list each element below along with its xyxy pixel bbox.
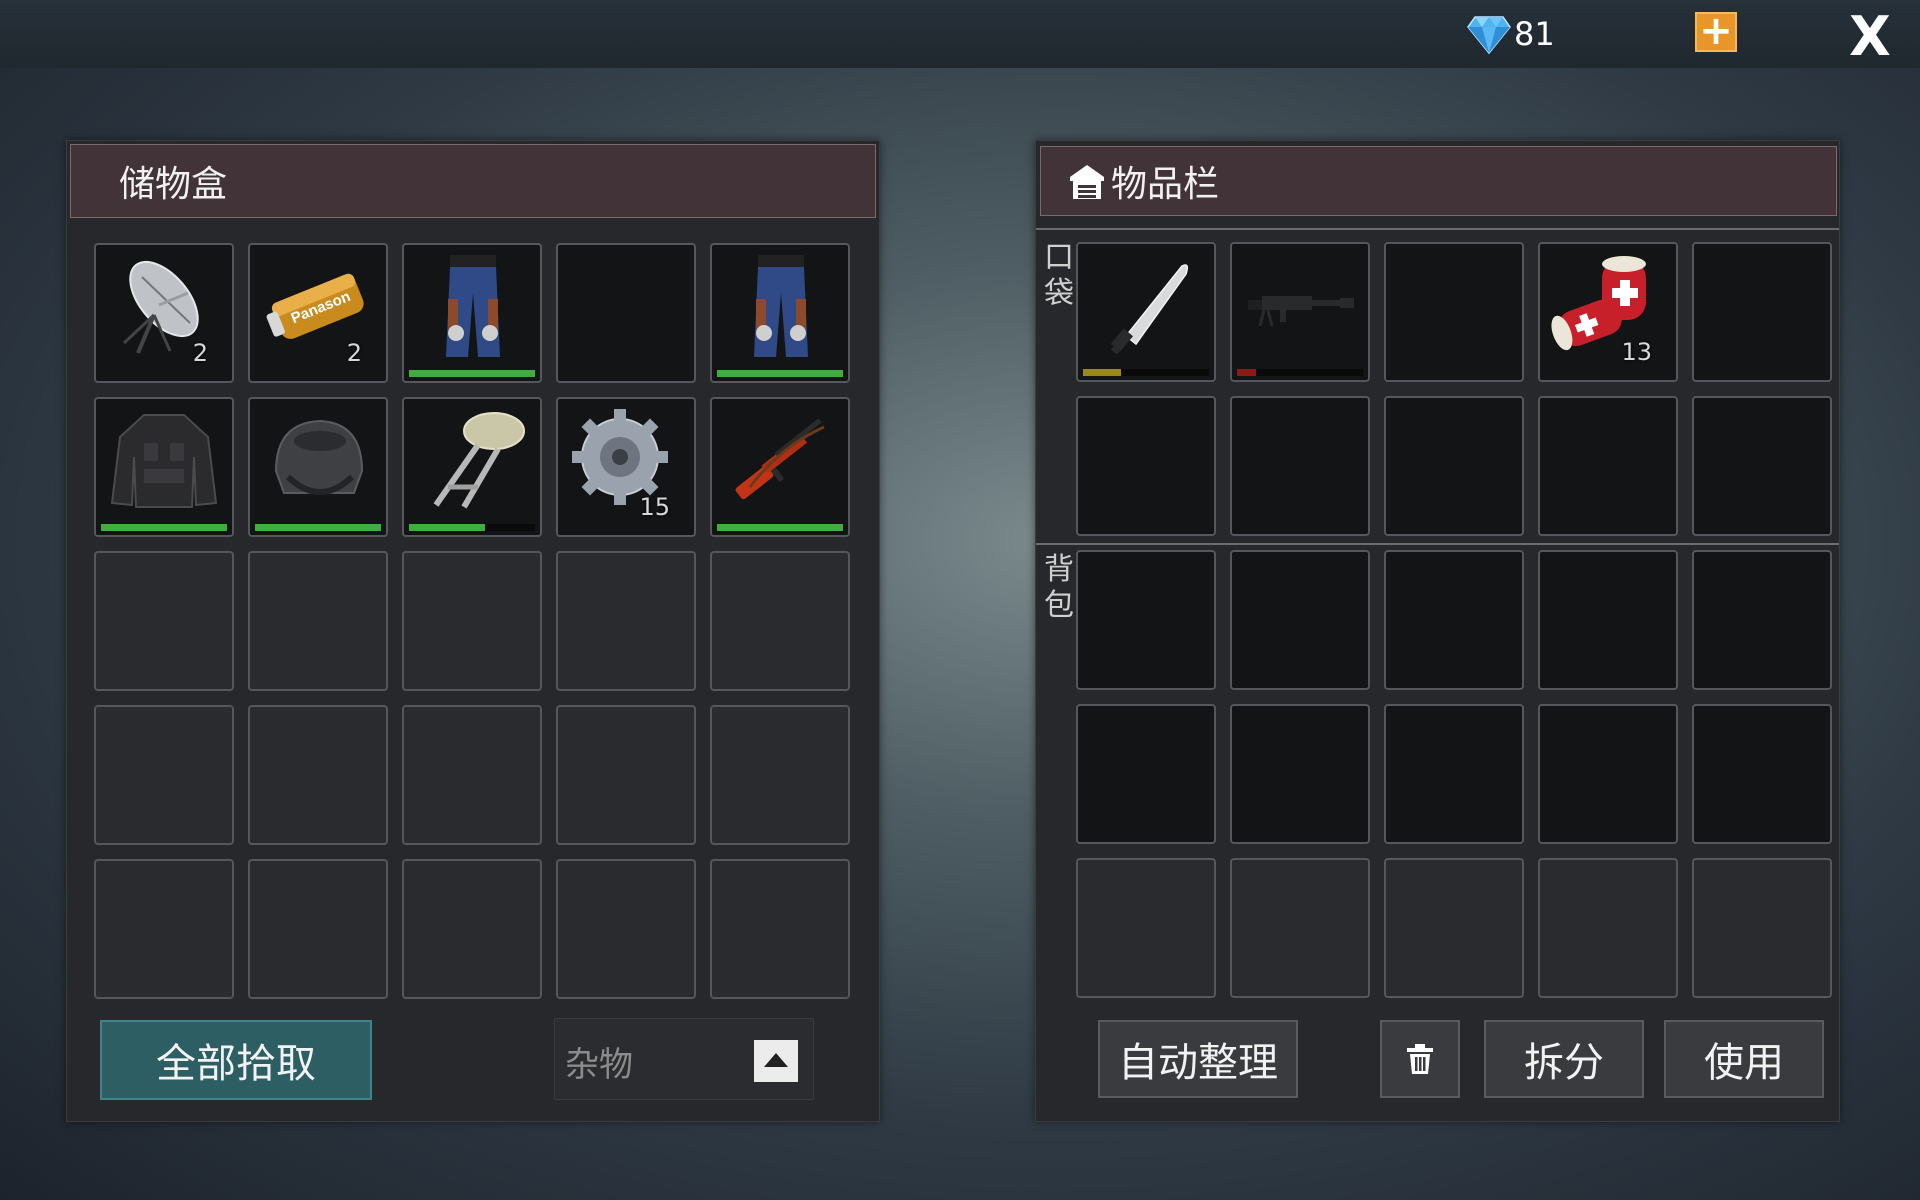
backpack-slot-empty[interactable]	[1384, 550, 1524, 690]
house-icon	[1070, 165, 1104, 199]
durability-bar	[717, 524, 843, 531]
divider	[1036, 228, 1839, 230]
pocket-label: 口 袋	[1044, 240, 1074, 311]
auto-sort-button[interactable]: 自动整理	[1098, 1020, 1298, 1098]
backpack-slot-empty[interactable]	[1076, 704, 1216, 844]
pocket-slot-empty[interactable]	[1230, 396, 1370, 536]
storage-title: 储物盒	[119, 164, 228, 205]
backpack-slot-empty[interactable]	[1230, 858, 1370, 998]
durability-bar	[101, 524, 227, 531]
storage-slot[interactable]	[710, 243, 850, 383]
pocket-slot-empty[interactable]	[1384, 242, 1524, 382]
diamond-icon	[1467, 16, 1511, 55]
storage-slot-empty[interactable]	[556, 551, 696, 691]
combat-helmet-icon	[274, 419, 364, 495]
divider	[1036, 543, 1839, 545]
pocket-slot[interactable]: 13	[1538, 242, 1678, 382]
inventory-title: 物品栏	[1111, 164, 1220, 205]
item-count: 13	[1621, 338, 1652, 366]
storage-slot[interactable]: 15	[556, 397, 696, 537]
machine-gun-icon	[1248, 296, 1354, 327]
stool-icon	[433, 412, 525, 509]
pocket-slot-empty[interactable]	[1692, 242, 1832, 382]
storage-slot-empty[interactable]	[556, 859, 696, 999]
storage-slot[interactable]: 2	[94, 243, 234, 383]
item-count: 15	[639, 493, 670, 521]
backpack-slot-empty[interactable]	[1538, 704, 1678, 844]
backpack-slot-empty[interactable]	[1230, 704, 1370, 844]
backpack-slot-empty[interactable]	[1692, 858, 1832, 998]
storage-slot[interactable]	[402, 397, 542, 537]
pocket-slot-empty[interactable]	[1538, 396, 1678, 536]
storage-slot-empty[interactable]	[710, 551, 850, 691]
durability-bar	[717, 370, 843, 377]
backpack-slot-empty[interactable]	[1692, 550, 1832, 690]
storage-slot-empty[interactable]	[402, 859, 542, 999]
category-filter-dropdown[interactable]: 杂物	[554, 1018, 814, 1100]
split-button[interactable]: 拆分	[1484, 1020, 1644, 1098]
pocket-slot-empty[interactable]	[1692, 396, 1832, 536]
camo-pants-icon	[446, 255, 500, 357]
backpack-slot-empty[interactable]	[1384, 704, 1524, 844]
storage-slot[interactable]	[248, 397, 388, 537]
storage-slot-empty[interactable]	[556, 243, 696, 383]
durability-bar	[1237, 369, 1363, 376]
backpack-slot-empty[interactable]	[1076, 550, 1216, 690]
storage-slot-empty[interactable]	[710, 859, 850, 999]
backpack-slot-empty[interactable]	[1076, 858, 1216, 998]
durability-bar	[409, 524, 535, 531]
storage-slot-empty[interactable]	[402, 551, 542, 691]
discard-button[interactable]	[1380, 1020, 1460, 1098]
use-button[interactable]: 使用	[1664, 1020, 1824, 1098]
storage-header: 储物盒	[70, 144, 876, 218]
durability-bar	[255, 524, 381, 531]
pocket-slot-empty[interactable]	[1384, 396, 1524, 536]
add-gems-button[interactable]: +	[1695, 11, 1737, 52]
pocket-slot[interactable]	[1230, 242, 1370, 382]
chevron-up-icon[interactable]	[754, 1040, 798, 1082]
storage-slot-empty[interactable]	[248, 705, 388, 845]
item-count: 2	[192, 339, 208, 367]
top-bar: 81 + X	[0, 0, 1920, 68]
gem-count: 81	[1514, 15, 1555, 53]
storage-slot-empty[interactable]	[710, 705, 850, 845]
storage-slot-empty[interactable]	[94, 705, 234, 845]
pick-all-button[interactable]: 全部拾取	[100, 1020, 372, 1100]
backpack-slot-empty[interactable]	[1538, 550, 1678, 690]
storage-slot[interactable]: Panason 2	[248, 243, 388, 383]
category-filter-value: 杂物	[565, 1045, 633, 1085]
storage-slot[interactable]	[94, 397, 234, 537]
camo-pants-icon	[754, 255, 808, 357]
backpack-slot-empty[interactable]	[1538, 858, 1678, 998]
storage-slot-empty[interactable]	[248, 859, 388, 999]
inventory-header: 物品栏	[1040, 146, 1837, 216]
backpack-slot-empty[interactable]	[1384, 858, 1524, 998]
durability-bar	[409, 370, 535, 377]
pocket-slot-empty[interactable]	[1076, 396, 1216, 536]
trash-icon	[1407, 1044, 1433, 1074]
close-button[interactable]: X	[1842, 8, 1898, 66]
item-count: 2	[346, 339, 362, 367]
storage-slot-empty[interactable]	[556, 705, 696, 845]
gem-currency: 81	[1466, 10, 1555, 58]
pocket-slot[interactable]	[1076, 242, 1216, 382]
rifle-icon	[735, 418, 825, 500]
machete-icon	[1110, 264, 1189, 355]
storage-slot-empty[interactable]	[402, 705, 542, 845]
backpack-slot-empty[interactable]	[1230, 550, 1370, 690]
storage-slot[interactable]	[710, 397, 850, 537]
storage-slot-empty[interactable]	[94, 859, 234, 999]
backpack-label: 背 包	[1044, 552, 1074, 623]
storage-slot-empty[interactable]	[94, 551, 234, 691]
storage-slot[interactable]	[402, 243, 542, 383]
durability-bar	[1083, 369, 1209, 376]
storage-slot-empty[interactable]	[248, 551, 388, 691]
tactical-jacket-icon	[110, 414, 218, 508]
backpack-slot-empty[interactable]	[1692, 704, 1832, 844]
